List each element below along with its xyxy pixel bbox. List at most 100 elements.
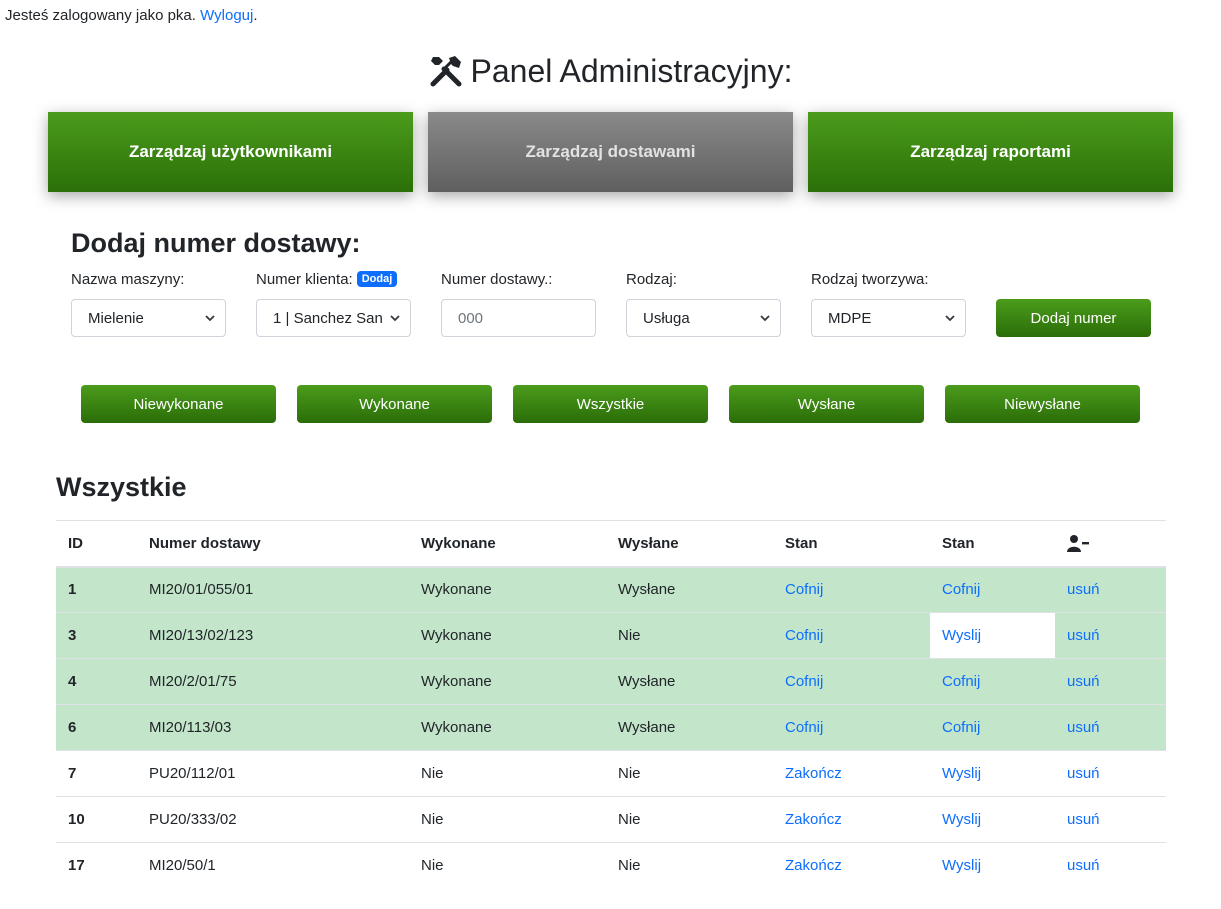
- remove-cell: usuń: [1055, 612, 1166, 659]
- id-cell: 7: [56, 750, 137, 797]
- remove-link[interactable]: usuń: [1067, 581, 1100, 598]
- filter-done-button[interactable]: Wykonane: [297, 385, 492, 423]
- filter-pending-button[interactable]: Niewykonane: [81, 385, 276, 423]
- add-number-button[interactable]: Dodaj numer: [996, 299, 1151, 337]
- remove-cell: usuń: [1055, 796, 1166, 843]
- remove-link[interactable]: usuń: [1067, 627, 1100, 644]
- filter-not-sent-button[interactable]: Niewysłane: [945, 385, 1140, 423]
- delivery-number-cell: PU20/333/02: [137, 796, 409, 843]
- header-number: Numer dostawy: [137, 520, 409, 568]
- delivery-number-cell: MI20/2/01/75: [137, 658, 409, 705]
- login-status: Jesteś zalogowany jako pka. Wyloguj.: [5, 7, 258, 24]
- remove-link[interactable]: usuń: [1067, 857, 1100, 874]
- header-state-2: Stan: [930, 520, 1055, 568]
- logout-link[interactable]: Wyloguj: [200, 7, 253, 24]
- filter-all-button[interactable]: Wszystkie: [513, 385, 708, 423]
- sent-status-cell: Wysłane: [606, 704, 773, 751]
- remove-cell: usuń: [1055, 704, 1166, 751]
- remove-link[interactable]: usuń: [1067, 765, 1100, 782]
- table-row: 4 MI20/2/01/75 Wykonane Wysłane Cofnij Cofnij…: [56, 658, 1166, 705]
- table-row: 1 MI20/01/055/01 Wykonane Wysłane Cofnij Cofn…: [56, 566, 1166, 613]
- done-status-cell: Wykonane: [409, 612, 606, 659]
- state-action-link[interactable]: Cofnij: [785, 627, 823, 644]
- state-action-link[interactable]: Zakończ: [785, 765, 842, 782]
- material-select[interactable]: MDPE: [811, 299, 966, 337]
- delivery-number-input[interactable]: 000: [441, 299, 596, 337]
- state-action-link[interactable]: Zakończ: [785, 811, 842, 828]
- sent-status-cell: Wysłane: [606, 658, 773, 705]
- done-status-cell: Nie: [409, 750, 606, 797]
- client-select[interactable]: 1 | Sanchez Sanc: [256, 299, 411, 337]
- manage-reports-button[interactable]: Zarządzaj raportami: [808, 112, 1173, 192]
- filter-sent-button[interactable]: Wysłane: [729, 385, 924, 423]
- remove-link[interactable]: usuń: [1067, 719, 1100, 736]
- table-row: 10 PU20/333/02 Nie Nie Zakończ Wyslij usuń: [56, 796, 1166, 843]
- table-row: 7 PU20/112/01 Nie Nie Zakończ Wyslij usuń: [56, 750, 1166, 797]
- table-header-row: ID Numer dostawy Wykonane Wysłane Stan S…: [56, 520, 1166, 568]
- client-label-wrap: Numer klienta: Dodaj: [256, 271, 398, 288]
- type-select-value: Usługa: [643, 309, 690, 327]
- sent-status-cell: Nie: [606, 612, 773, 659]
- send-action-cell: Wyslij: [930, 612, 1055, 659]
- state-action-cell: Zakończ: [773, 796, 930, 843]
- send-action-link[interactable]: Cofnij: [942, 719, 980, 736]
- chevron-down-icon: [205, 315, 215, 322]
- state-action-cell: Cofnij: [773, 566, 930, 613]
- state-action-link[interactable]: Cofnij: [785, 581, 823, 598]
- send-action-link[interactable]: Cofnij: [942, 581, 980, 598]
- state-action-cell: Cofnij: [773, 612, 930, 659]
- sent-status-cell: Nie: [606, 796, 773, 843]
- material-select-value: MDPE: [828, 309, 872, 327]
- tools-icon: [430, 56, 462, 87]
- deliveries-table: ID Numer dostawy Wykonane Wysłane Stan S…: [56, 520, 1166, 889]
- sent-status-cell: Nie: [606, 842, 773, 889]
- id-cell: 3: [56, 612, 137, 659]
- table-row: 6 MI20/113/03 Wykonane Wysłane Cofnij Cofnij u…: [56, 704, 1166, 751]
- table-row: 17 MI20/50/1 Nie Nie Zakończ Wyslij usuń: [56, 842, 1166, 889]
- state-action-cell: Zakończ: [773, 750, 930, 797]
- delivery-number-cell: MI20/01/055/01: [137, 566, 409, 613]
- done-status-cell: Wykonane: [409, 566, 606, 613]
- send-action-cell: Wyslij: [930, 796, 1055, 843]
- send-action-cell: Cofnij: [930, 566, 1055, 613]
- remove-link[interactable]: usuń: [1067, 811, 1100, 828]
- material-label: Rodzaj tworzywa:: [811, 271, 929, 288]
- type-select[interactable]: Usługa: [626, 299, 781, 337]
- state-action-link[interactable]: Zakończ: [785, 857, 842, 874]
- id-cell: 10: [56, 796, 137, 843]
- done-status-cell: Nie: [409, 796, 606, 843]
- chevron-down-icon: [390, 315, 400, 322]
- delivery-number-cell: MI20/50/1: [137, 842, 409, 889]
- state-action-cell: Cofnij: [773, 704, 930, 751]
- send-action-cell: Cofnij: [930, 704, 1055, 751]
- manage-deliveries-button[interactable]: Zarządzaj dostawami: [428, 112, 793, 192]
- send-action-link[interactable]: Wyslij: [942, 811, 981, 828]
- machine-select-value: Mielenie: [88, 309, 144, 327]
- remove-cell: usuń: [1055, 750, 1166, 797]
- send-action-link[interactable]: Wyslij: [942, 857, 981, 874]
- delivery-number-placeholder: 000: [458, 309, 484, 327]
- delivery-number-cell: PU20/112/01: [137, 750, 409, 797]
- state-action-link[interactable]: Cofnij: [785, 673, 823, 690]
- machine-label: Nazwa maszyny:: [71, 271, 185, 288]
- remove-link[interactable]: usuń: [1067, 673, 1100, 690]
- id-cell: 17: [56, 842, 137, 889]
- send-action-link[interactable]: Wyslij: [942, 765, 981, 782]
- remove-cell: usuń: [1055, 566, 1166, 613]
- send-action-cell: Cofnij: [930, 658, 1055, 705]
- section-title: Wszystkie: [56, 472, 187, 502]
- delivery-number-cell: MI20/13/02/123: [137, 612, 409, 659]
- panel-title: Panel Administracyjny:: [0, 50, 1221, 92]
- add-client-badge[interactable]: Dodaj: [356, 271, 398, 287]
- header-sent: Wysłane: [606, 520, 773, 568]
- done-status-cell: Wykonane: [409, 658, 606, 705]
- chevron-down-icon: [945, 315, 955, 322]
- machine-select[interactable]: Mielenie: [71, 299, 226, 337]
- send-action-link[interactable]: Cofnij: [942, 673, 980, 690]
- header-state: Stan: [773, 520, 930, 568]
- state-action-link[interactable]: Cofnij: [785, 719, 823, 736]
- header-remove: [1055, 520, 1166, 568]
- manage-users-button[interactable]: Zarządzaj użytkownikami: [48, 112, 413, 192]
- chevron-down-icon: [760, 315, 770, 322]
- send-action-link[interactable]: Wyslij: [942, 627, 981, 644]
